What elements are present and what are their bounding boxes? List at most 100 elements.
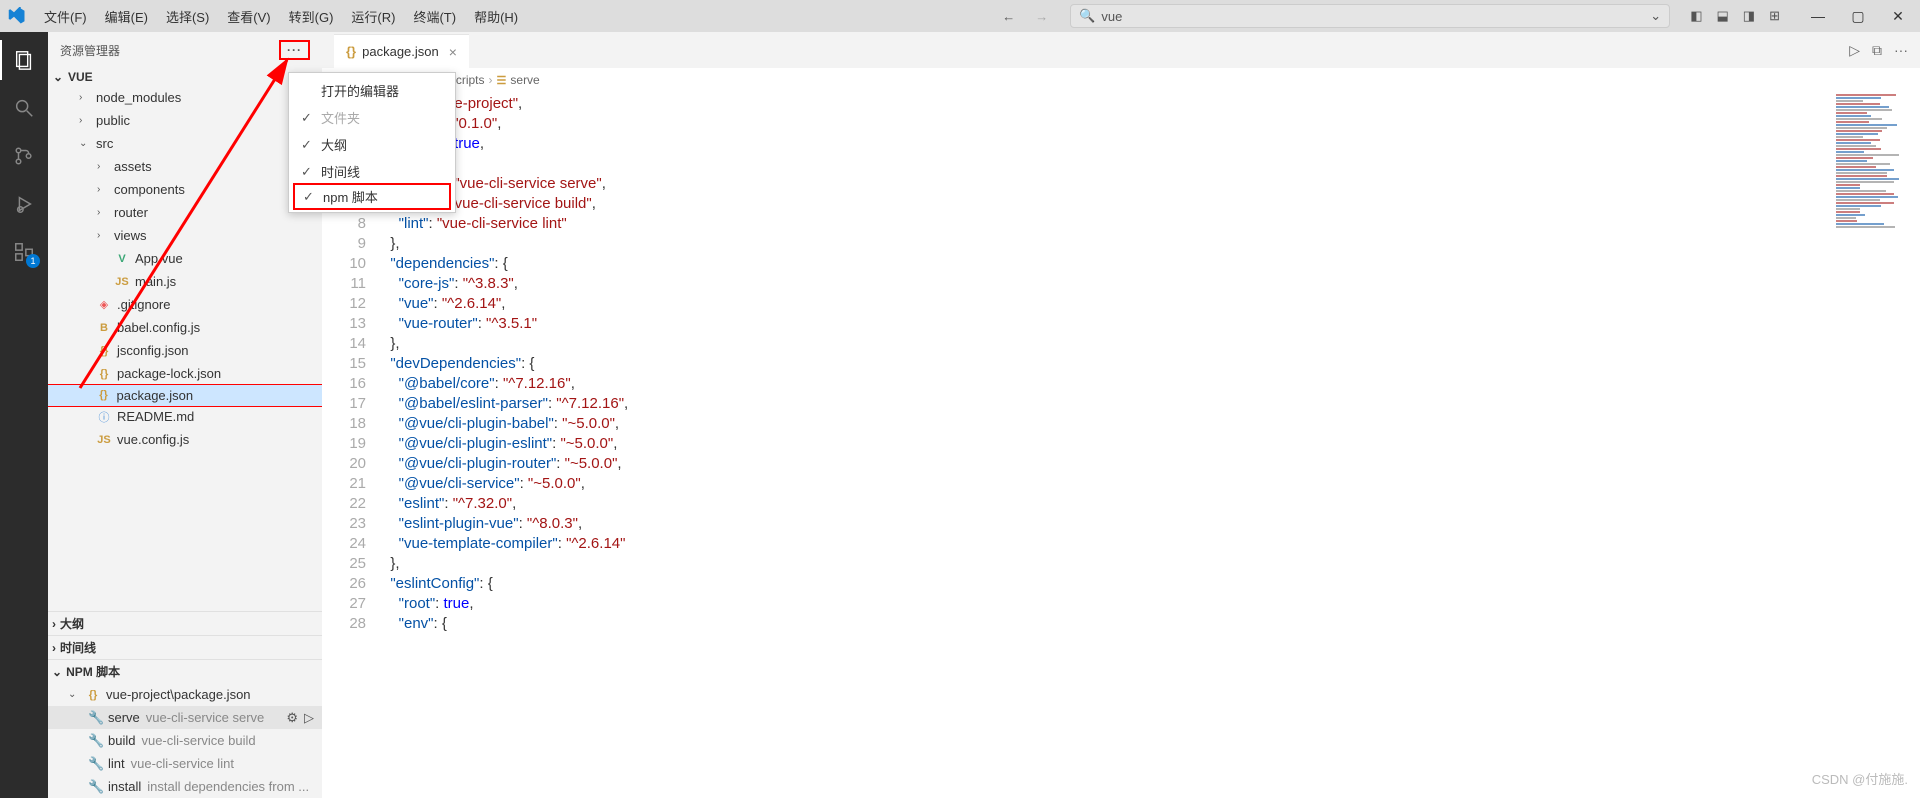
wrench-icon: 🔧	[88, 779, 102, 795]
npm-script-item[interactable]: 🔧install install dependencies from ...	[48, 775, 322, 798]
check-icon: ✓	[303, 189, 315, 205]
breadcrumb[interactable]: {} package.json›{} scripts›☰ serve	[322, 68, 1920, 92]
toggle-sidebar-icon[interactable]: ◧	[1686, 6, 1706, 26]
file-icon: ⓘ	[96, 409, 112, 425]
tree-item[interactable]: {} jsconfig.json	[48, 339, 322, 362]
toggle-panel-icon[interactable]: ⬓	[1713, 6, 1733, 26]
menu-item[interactable]: 查看(V)	[219, 3, 278, 30]
toggle-secondary-icon[interactable]: ◨	[1739, 6, 1759, 26]
tree-item[interactable]: ›node_modules	[48, 86, 322, 109]
tree-item[interactable]: ›assets	[48, 155, 322, 178]
nav-back-button[interactable]: ←	[996, 7, 1021, 26]
wrench-icon: 🔧	[88, 710, 102, 726]
tree-item-label: babel.config.js	[117, 320, 200, 335]
json-file-icon: {}	[346, 44, 356, 59]
npm-package-root[interactable]: ⌄{}vue-project\package.json	[48, 683, 322, 706]
workspace-root[interactable]: ⌄VUE	[48, 68, 322, 86]
explorer-views-menu: 打开的编辑器✓文件夹✓大纲✓时间线✓npm 脚本	[288, 72, 456, 213]
tree-item[interactable]: Bbabel.config.js	[48, 316, 322, 339]
menu-item[interactable]: 编辑(E)	[97, 3, 156, 30]
tree-item[interactable]: JS vue.config.js	[48, 428, 322, 451]
activity-debug-icon[interactable]	[0, 184, 48, 224]
tree-item[interactable]: ›router	[48, 201, 322, 224]
menu-item[interactable]: 帮助(H)	[466, 3, 526, 30]
menu-item[interactable]: 选择(S)	[158, 3, 217, 30]
search-value: vue	[1101, 9, 1122, 24]
tree-item[interactable]: JSmain.js	[48, 270, 322, 293]
menu-item[interactable]: 转到(G)	[281, 3, 342, 30]
code-lines: ": "vue-project", ion": "0.1.0", ate": t…	[382, 94, 1920, 634]
activity-extensions-icon[interactable]: 1	[0, 232, 48, 272]
tree-item[interactable]: VApp.vue	[48, 247, 322, 270]
tab-package-json[interactable]: {} package.json ×	[334, 34, 469, 68]
file-icon: JS	[114, 274, 130, 290]
tree-item[interactable]: ⌄src	[48, 132, 322, 155]
tree-item[interactable]: ›views	[48, 224, 322, 247]
tab-action-button[interactable]: ⧉	[1872, 42, 1882, 59]
file-icon: ◈	[96, 297, 112, 313]
context-menu-item[interactable]: ✓文件夹	[289, 104, 455, 131]
tree-item-label: node_modules	[96, 90, 181, 105]
file-icon: JS	[96, 432, 112, 448]
context-menu-item[interactable]: ✓时间线	[289, 158, 455, 185]
minimap[interactable]	[1836, 94, 1906, 204]
tree-item[interactable]: {}package.json	[48, 384, 322, 407]
chevron-down-icon: ⌄	[1650, 8, 1661, 24]
npm-script-item[interactable]: 🔧lint vue-cli-service lint	[48, 752, 322, 775]
timeline-section[interactable]: ›时间线	[48, 635, 322, 659]
run-icon[interactable]: ▷	[304, 710, 314, 726]
vscode-logo-icon	[8, 7, 26, 25]
npm-script-item[interactable]: 🔧build vue-cli-service build	[48, 729, 322, 752]
menu-item[interactable]: 运行(R)	[343, 3, 403, 30]
tab-actions: ▷ ⧉ ···	[1849, 42, 1908, 59]
search-icon: 🔍	[1079, 8, 1095, 24]
close-button[interactable]: ✕	[1884, 8, 1912, 25]
command-center-search[interactable]: 🔍 vue ⌄	[1070, 4, 1670, 28]
sidebar-more-button[interactable]: ···	[279, 40, 310, 60]
context-menu-item[interactable]: ✓npm 脚本	[293, 183, 451, 210]
outline-section[interactable]: ›大纲	[48, 611, 322, 635]
file-icon: B	[96, 320, 112, 336]
tab-action-button[interactable]: ···	[1894, 42, 1908, 59]
tree-item[interactable]: ›components	[48, 178, 322, 201]
tree-item[interactable]: {}package-lock.json	[48, 362, 322, 385]
activity-explorer-icon[interactable]	[0, 40, 48, 80]
customize-layout-icon[interactable]: ⊞	[1765, 6, 1784, 26]
watermark: CSDN @付施施.	[1812, 769, 1908, 788]
tree-item[interactable]: ⓘ README.md	[48, 405, 322, 428]
menu-item[interactable]: 终端(T)	[405, 3, 464, 30]
breadcrumb-icon: ☰	[497, 74, 507, 87]
code-editor[interactable]: 6789101112131415161718192021222324252627…	[322, 92, 1920, 634]
menu-item[interactable]: 文件(F)	[36, 3, 95, 30]
layout-controls: ◧ ⬓ ◨ ⊞	[1686, 6, 1784, 26]
tree-item-label: views	[114, 228, 147, 243]
tab-close-icon[interactable]: ×	[449, 44, 457, 60]
npm-scripts-section[interactable]: ⌄NPM 脚本	[48, 659, 322, 683]
sidebar-header: 资源管理器 ···	[48, 32, 322, 68]
tree-item-label: assets	[114, 159, 152, 174]
minimize-button[interactable]: —	[1804, 8, 1832, 25]
activity-search-icon[interactable]	[0, 88, 48, 128]
tree-item-label: jsconfig.json	[117, 343, 189, 358]
tree-item-label: README.md	[117, 409, 194, 424]
nav-forward-button[interactable]: →	[1029, 7, 1054, 26]
tree-item-label: .gitignore	[117, 297, 170, 312]
activity-source-control-icon[interactable]	[0, 136, 48, 176]
npm-script-item[interactable]: 🔧serve vue-cli-service serve⚙▷	[48, 706, 322, 729]
debug-icon[interactable]: ⚙	[286, 710, 298, 726]
tree-item-label: vue.config.js	[117, 432, 189, 447]
maximize-button[interactable]: ▢	[1844, 8, 1872, 25]
activity-bar: 1	[0, 32, 48, 798]
file-icon: {}	[96, 343, 112, 359]
nav-buttons: ← →	[996, 7, 1054, 26]
tab-action-button[interactable]: ▷	[1849, 42, 1860, 59]
tree-item-label: package-lock.json	[117, 366, 221, 381]
context-menu-item[interactable]: ✓大纲	[289, 131, 455, 158]
tree-item[interactable]: ◈ .gitignore	[48, 293, 322, 316]
title-bar: 文件(F)编辑(E)选择(S)查看(V)转到(G)运行(R)终端(T)帮助(H)…	[0, 0, 1920, 32]
context-menu-item[interactable]: 打开的编辑器	[289, 77, 455, 104]
tab-label: package.json	[362, 44, 439, 59]
file-icon: {}	[96, 387, 112, 403]
tree-item[interactable]: ›public	[48, 109, 322, 132]
sidebar: 资源管理器 ··· ⌄VUE ›node_modules›public⌄src›…	[48, 32, 322, 798]
